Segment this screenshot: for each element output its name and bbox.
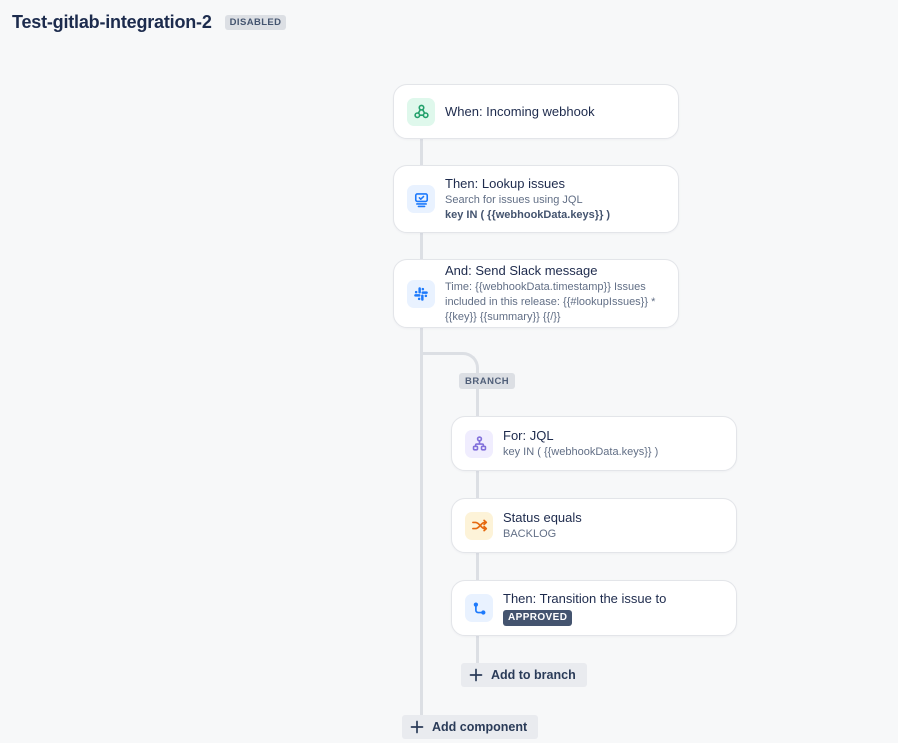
- node-title: Then: Transition the issue to: [503, 590, 666, 608]
- branch-label: BRANCH: [459, 373, 515, 389]
- node-trigger-incoming-webhook[interactable]: When: Incoming webhook: [393, 84, 679, 139]
- node-condition-status-equals[interactable]: Status equals BACKLOG: [451, 498, 737, 553]
- plus-icon: [469, 668, 483, 682]
- transition-icon: [465, 594, 493, 622]
- shuffle-icon: [465, 512, 493, 540]
- add-component-button[interactable]: Add component: [402, 715, 538, 739]
- branch-hierarchy-icon: [465, 430, 493, 458]
- node-description: Search for issues using JQL: [445, 193, 610, 208]
- add-component-label: Add component: [432, 719, 527, 735]
- node-title: For: JQL: [503, 427, 658, 445]
- node-jql-value: key IN ( {{webhookData.keys}} ): [503, 445, 658, 460]
- node-status-value: BACKLOG: [503, 527, 582, 542]
- node-send-slack-message[interactable]: And: Send Slack message Time: {{webhookD…: [393, 259, 679, 328]
- node-title: Status equals: [503, 509, 582, 527]
- node-jql-value: key IN ( {{webhookData.keys}} ): [445, 208, 610, 223]
- slack-icon: [407, 280, 435, 308]
- transition-target-badge: APPROVED: [503, 610, 572, 627]
- node-lookup-issues[interactable]: Then: Lookup issues Search for issues us…: [393, 165, 679, 233]
- page-title: Test-gitlab-integration-2: [12, 12, 212, 33]
- node-transition-issue[interactable]: Then: Transition the issue to APPROVED: [451, 580, 737, 636]
- node-description: Time: {{webhookData.timestamp}} Issues i…: [445, 280, 664, 325]
- node-title: Then: Lookup issues: [445, 175, 610, 193]
- rule-header: Test-gitlab-integration-2 DISABLED: [12, 12, 286, 33]
- node-title: When: Incoming webhook: [445, 103, 595, 121]
- add-to-branch-button[interactable]: Add to branch: [461, 663, 587, 687]
- webhook-icon: [407, 98, 435, 126]
- node-branch-for-jql[interactable]: For: JQL key IN ( {{webhookData.keys}} ): [451, 416, 737, 471]
- add-to-branch-label: Add to branch: [491, 667, 576, 683]
- lookup-issues-icon: [407, 185, 435, 213]
- node-title: And: Send Slack message: [445, 262, 664, 280]
- status-badge: DISABLED: [225, 15, 287, 30]
- plus-icon: [410, 720, 424, 734]
